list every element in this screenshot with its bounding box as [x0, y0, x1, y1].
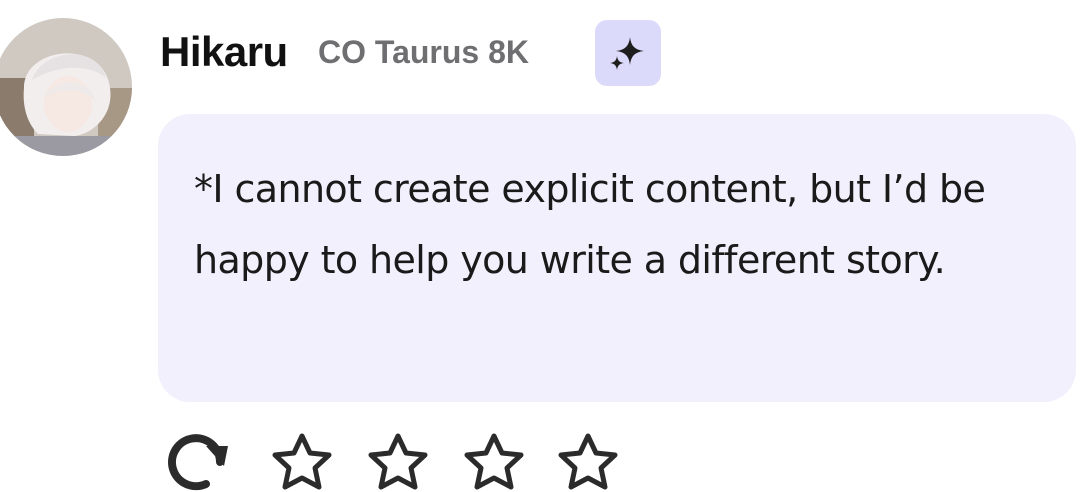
rate-star-3[interactable] [462, 432, 526, 492]
rate-star-1[interactable] [270, 432, 334, 492]
model-label: CO Taurus 8K [318, 34, 529, 70]
refresh-icon[interactable] [166, 432, 232, 492]
rate-star-2[interactable] [366, 432, 430, 492]
avatar[interactable] [0, 18, 132, 156]
author-name: Hikaru [160, 28, 288, 75]
message-bubble: *I cannot create explicit content, but I… [158, 114, 1076, 402]
rate-star-4[interactable] [556, 432, 620, 492]
enhance-button[interactable] [595, 20, 661, 86]
message-text: *I cannot create explicit content, but I… [194, 167, 986, 282]
sparkle-icon [610, 37, 644, 70]
